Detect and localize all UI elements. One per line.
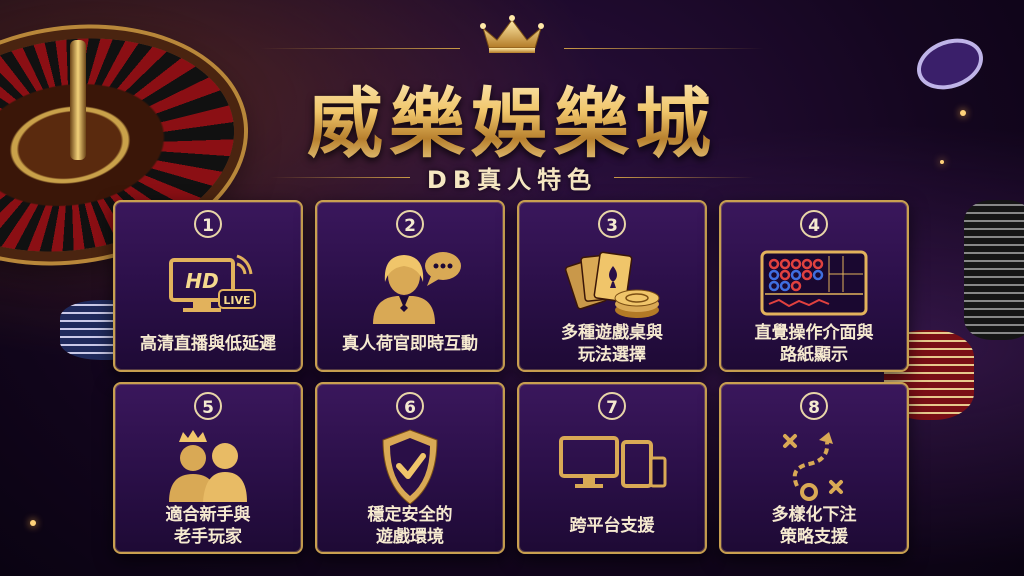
feature-label: 高清直播與低延遲 xyxy=(140,334,276,354)
feature-label: 多樣化下注 策略支援 xyxy=(771,505,857,547)
strategy-play-icon xyxy=(783,432,843,501)
shield-check-icon xyxy=(382,429,438,505)
feature-number: 6 xyxy=(396,392,424,420)
feature-number: 3 xyxy=(598,210,626,238)
feature-label: 真人荷官即時互動 xyxy=(342,334,478,354)
multi-device-icon xyxy=(559,436,667,488)
feature-label: 穩定安全的 遊戲環境 xyxy=(367,505,453,547)
header-divider xyxy=(260,48,460,49)
feature-label: 適合新手與 老手玩家 xyxy=(165,505,251,547)
page-title: 威樂娛樂城 xyxy=(0,62,1024,172)
road-map-board-icon xyxy=(760,250,868,316)
feature-card-2: 2 真人荷官即時互動 xyxy=(315,200,505,372)
feature-label: 跨平台支援 xyxy=(569,516,655,536)
hd-text: HD xyxy=(185,269,218,293)
feature-card-4: 4 直覺操作介面與 路紙顯示 xyxy=(719,200,909,372)
feature-card-5: 5 適合新手與 老手玩家 xyxy=(113,382,303,554)
dealer-chat-icon xyxy=(373,252,461,324)
feature-number: 2 xyxy=(396,210,424,238)
feature-card-7: 7 跨平台支援 xyxy=(517,382,707,554)
feature-label: 直覺操作介面與 路紙顯示 xyxy=(754,323,874,365)
chip-stack-decoration xyxy=(964,200,1024,340)
page-header: 威樂娛樂城 DB真人特色 xyxy=(0,0,1024,200)
feature-number: 5 xyxy=(194,392,222,420)
feature-number: 7 xyxy=(598,392,626,420)
feature-number: 4 xyxy=(800,210,828,238)
feature-number: 8 xyxy=(800,392,828,420)
feature-number: 1 xyxy=(194,210,222,238)
crown-icon xyxy=(480,15,544,53)
hd-live-monitor-icon: HD LIVE xyxy=(169,254,256,312)
live-text: LIVE xyxy=(223,294,250,307)
feature-card-1: 1 HD LIVE 高清直播與低延遲 xyxy=(113,200,303,372)
page-subtitle: DB真人特色 xyxy=(426,166,598,194)
cards-chips-icon xyxy=(564,251,660,318)
feature-card-3: 3 多種遊戲桌與 玩法選擇 xyxy=(517,200,707,372)
feature-card-8: 8 多樣化下注 策略支援 xyxy=(719,382,909,554)
feature-label: 多種遊戲桌與 玩法選擇 xyxy=(561,323,663,365)
players-crown-icon xyxy=(169,430,247,502)
header-divider xyxy=(564,48,764,49)
sparkle xyxy=(30,520,36,526)
feature-card-6: 6 穩定安全的 遊戲環境 xyxy=(315,382,505,554)
